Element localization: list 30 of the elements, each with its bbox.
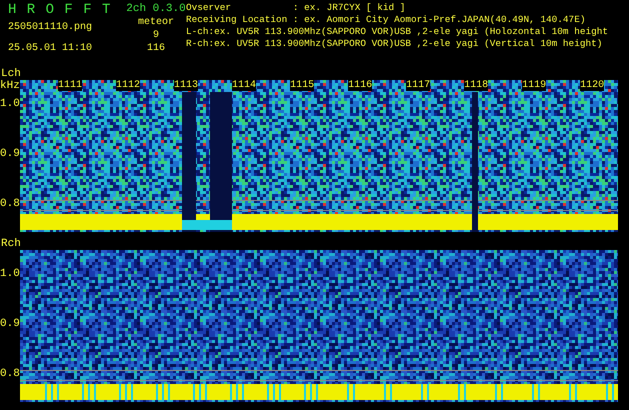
channel-label: Lch [1, 68, 21, 80]
time-mark: 1113 [174, 80, 198, 91]
info-line: Ovserver : ex. JR7CYX [ kid ] [186, 2, 406, 14]
channel-label: Rch [1, 238, 21, 250]
time-mark: 1111 [58, 80, 82, 91]
time-mark: 1118 [464, 80, 488, 91]
axis-tick-label: 1.0 [0, 98, 20, 110]
time-mark: 1115 [290, 80, 314, 91]
time-mark: 1112 [116, 80, 140, 91]
time-mark: 1116 [348, 80, 372, 91]
meteor-label: meteor [138, 16, 174, 29]
version-text: 2ch 0.3.0 [126, 2, 186, 16]
axis-tick-label: 0.9 [0, 148, 20, 160]
axis-tick-label: 1.0 [0, 268, 20, 280]
app-title: H R O F F T [8, 2, 112, 18]
time-mark: 1119 [522, 80, 546, 91]
unit-label: kHz [0, 80, 20, 92]
info-line: R-ch:ex. UV5R 113.900Mhz(SAPPORO VOR)USB ,2-ele yagi (Vertical 10m height) [186, 38, 604, 50]
info-line: Receiving Location : ex. Aomori City Aomori-Pref.JAPAN(40.49N, 140.47E) [186, 14, 586, 26]
axis-tick-label: 0.8 [0, 368, 20, 380]
time-mark: 1120 [580, 80, 604, 91]
time-mark: 1117 [406, 80, 430, 91]
meteor-count: 116 [146, 42, 165, 55]
filename-text: 2505011110.png [8, 22, 94, 33]
axis-tick-label: 0.9 [0, 318, 20, 330]
axis-tick-label: 0.8 [0, 198, 20, 210]
time-mark: 1114 [232, 80, 256, 91]
meteor-count: 9 [152, 29, 159, 42]
timestamp-text: 25.05.01 11:10 [8, 43, 94, 54]
info-line: L-ch:ex. UV5R 113.900Mhz(SAPPORO VOR)USB ,2-ele yagi (Holozontal 10m height [186, 26, 608, 38]
